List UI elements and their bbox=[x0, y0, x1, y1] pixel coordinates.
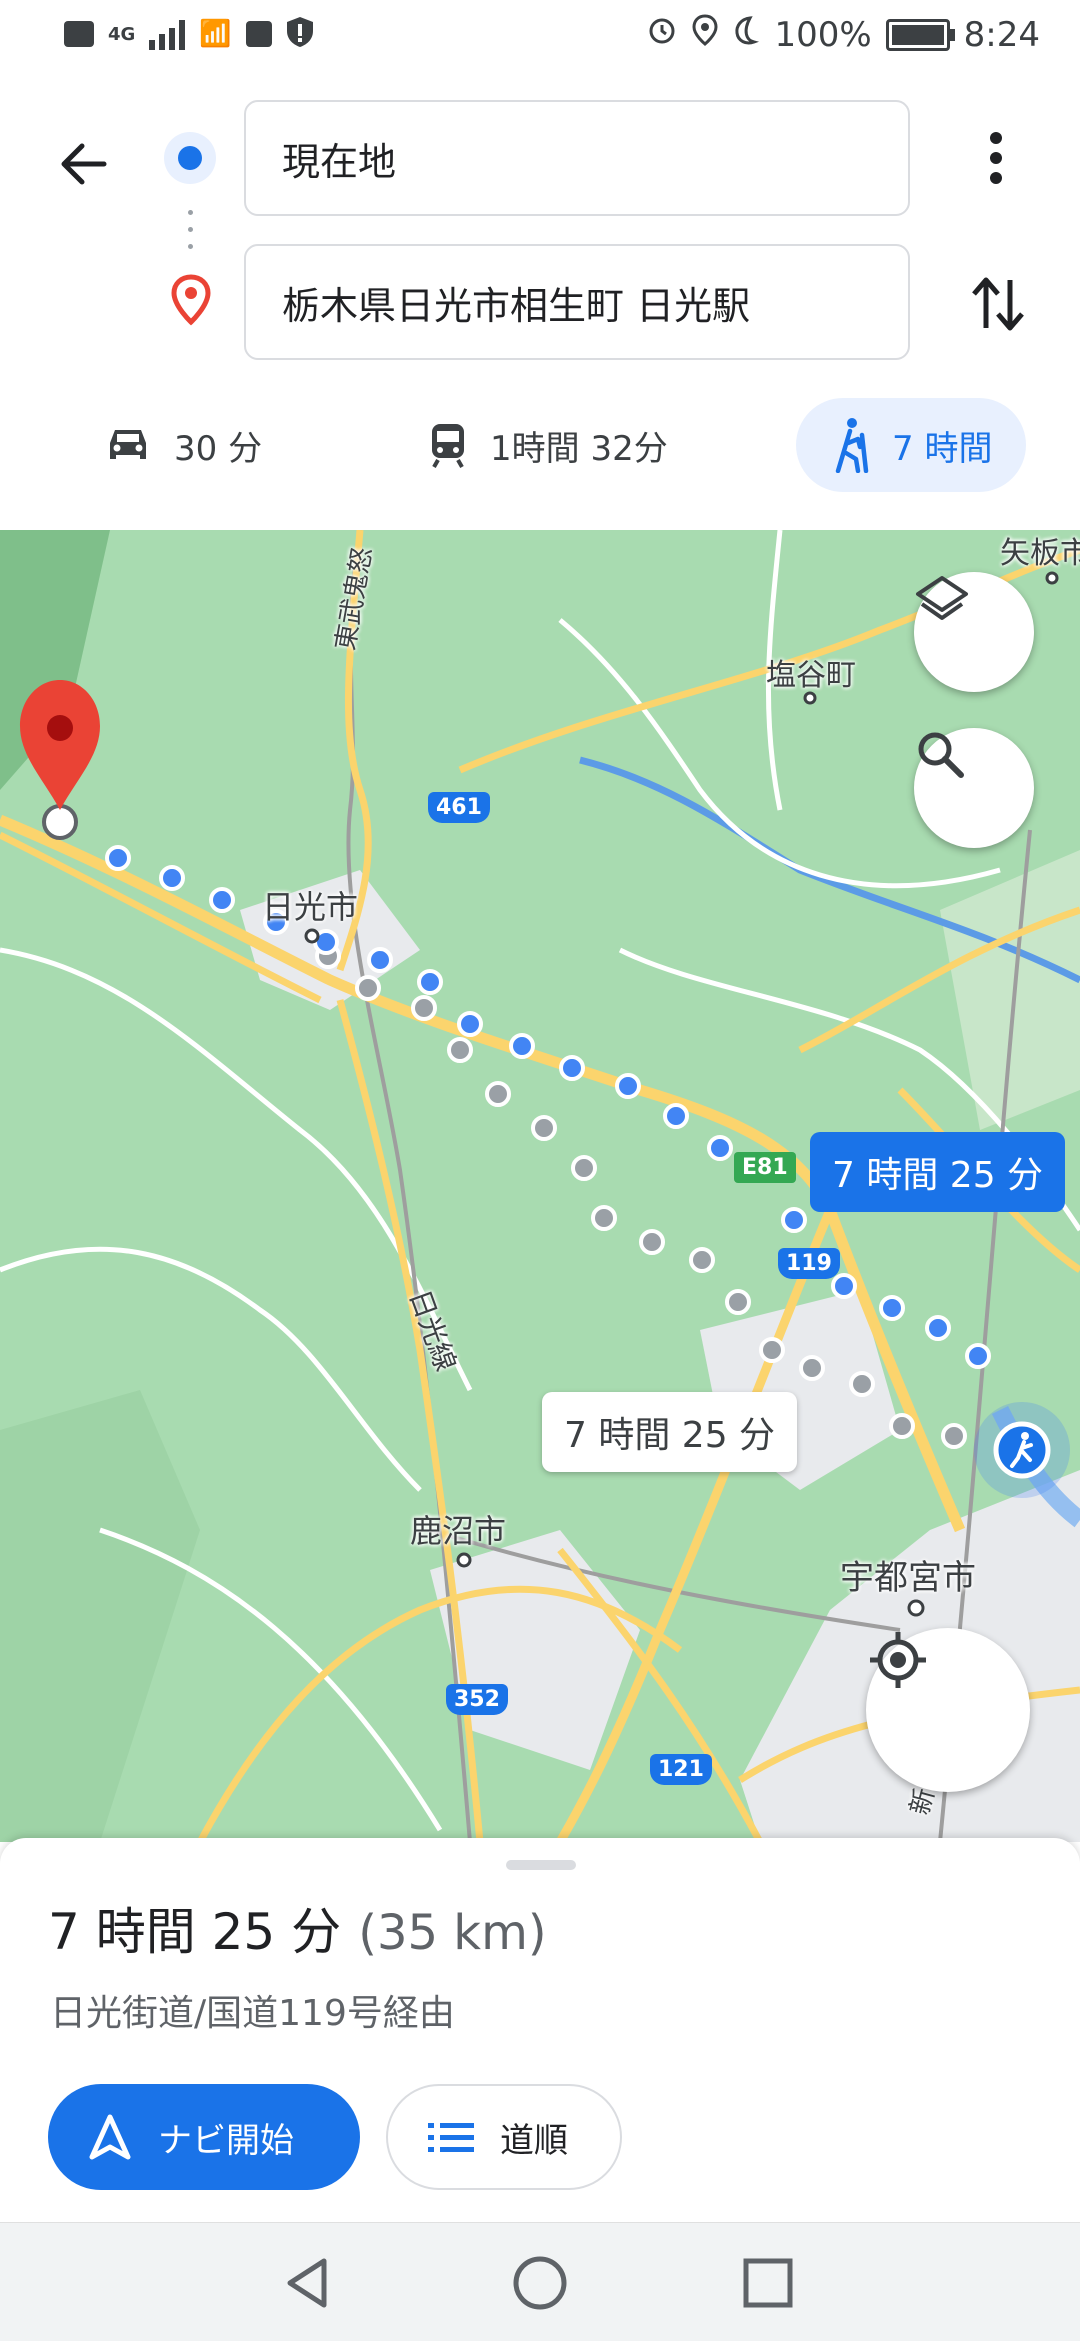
arrow-back-icon bbox=[61, 143, 107, 185]
layers-icon bbox=[916, 576, 968, 620]
more-vert-icon bbox=[990, 132, 1002, 184]
destination-field[interactable]: 栃木県日光市相生町 日光駅 bbox=[244, 244, 910, 360]
navigation-arrow-icon bbox=[89, 2114, 131, 2160]
current-location-marker bbox=[974, 1402, 1070, 1498]
nav-home-button[interactable] bbox=[510, 2253, 570, 2313]
circle-home-icon bbox=[513, 2256, 567, 2310]
shield-alert-icon bbox=[286, 16, 314, 52]
route-summary-title: 7 時間 25 分 (35 km) bbox=[48, 1892, 547, 1964]
app-icon bbox=[245, 21, 272, 47]
route-callout-alternative-text: 7 時間 25 分 bbox=[564, 1415, 776, 1456]
search-along-route-button[interactable] bbox=[914, 728, 1034, 848]
destination-marker[interactable] bbox=[20, 680, 100, 840]
mode-walking-label: 7 時間 bbox=[892, 428, 993, 469]
location-icon bbox=[692, 14, 718, 55]
map-label-shioya: 塩谷町 bbox=[766, 658, 856, 693]
hiking-icon bbox=[835, 418, 869, 473]
car-icon bbox=[110, 430, 146, 459]
square-recents-icon bbox=[743, 2258, 793, 2308]
route-duration: 7 時間 25 分 bbox=[48, 1903, 342, 1961]
origin-field[interactable]: 現在地 bbox=[244, 100, 910, 216]
route-callout-alternative[interactable]: 7 時間 25 分 bbox=[542, 1392, 798, 1472]
start-navigation-label: ナビ開始 bbox=[158, 2120, 294, 2161]
mode-driving-label: 30 分 bbox=[174, 428, 263, 469]
route-shield-e81: E81 bbox=[734, 1152, 796, 1183]
search-icon bbox=[918, 732, 964, 778]
swap-button[interactable] bbox=[968, 272, 1028, 336]
signal-icon bbox=[149, 18, 186, 50]
status-bar: 4G 📶 100% 8:24 bbox=[0, 0, 1080, 76]
mode-transit-tab[interactable]: 1時間 32分 bbox=[428, 398, 668, 492]
route-shield-352: 352 bbox=[446, 1684, 508, 1715]
route-shield-461: 461 bbox=[428, 792, 490, 823]
battery-percent: 100% bbox=[774, 14, 872, 55]
destination-text: 栃木県日光市相生町 日光駅 bbox=[282, 283, 751, 328]
swap-vert-icon bbox=[972, 277, 1024, 331]
route-callout-primary-text: 7 時間 25 分 bbox=[832, 1155, 1044, 1196]
layers-button[interactable] bbox=[914, 572, 1034, 692]
nav-back-button[interactable] bbox=[278, 2253, 338, 2313]
map-view[interactable]: 矢板市 塩谷町 日光市 鹿沼市 宇都宮市 東武鬼怒 日光線 新幹 461 E81… bbox=[0, 530, 1080, 1842]
back-button[interactable] bbox=[52, 132, 116, 196]
more-options-button[interactable] bbox=[972, 128, 1020, 188]
origin-dot-icon bbox=[164, 132, 216, 184]
hd-icon bbox=[64, 21, 94, 47]
wifi-calling-icon: 📶 bbox=[199, 19, 232, 49]
map-label-kanuma: 鹿沼市 bbox=[410, 1512, 507, 1550]
map-label-nikko-city: 日光市 bbox=[262, 888, 359, 926]
route-via: 日光街道/国道119号経由 bbox=[50, 1993, 455, 2034]
route-distance: (35 km) bbox=[358, 1905, 547, 1961]
list-icon bbox=[428, 2123, 474, 2152]
start-navigation-button[interactable]: ナビ開始 bbox=[48, 2084, 360, 2190]
sheet-drag-handle[interactable] bbox=[506, 1860, 576, 1870]
route-shield-121: 121 bbox=[650, 1754, 712, 1785]
destination-pin-icon bbox=[170, 274, 212, 330]
steps-label: 道順 bbox=[500, 2120, 568, 2161]
mode-transit-label: 1時間 32分 bbox=[490, 428, 668, 469]
origin-text: 現在地 bbox=[282, 139, 397, 184]
travel-mode-tabs: 30 分 1時間 32分 7 時間 bbox=[0, 398, 1080, 494]
moon-icon bbox=[732, 15, 760, 55]
steps-button[interactable]: 道順 bbox=[386, 2084, 622, 2190]
route-summary-sheet[interactable]: 7 時間 25 分 (35 km) 日光街道/国道119号経由 ナビ開始 道順 bbox=[0, 1838, 1080, 2222]
my-location-icon bbox=[870, 1632, 926, 1688]
battery-icon bbox=[885, 18, 955, 51]
system-navigation-bar bbox=[0, 2222, 1080, 2341]
network-type-label: 4G bbox=[108, 23, 136, 45]
train-icon bbox=[432, 424, 464, 468]
route-connector-dots bbox=[188, 210, 194, 249]
clock: 8:24 bbox=[963, 14, 1040, 55]
route-callout-primary[interactable]: 7 時間 25 分 bbox=[810, 1132, 1066, 1212]
mode-driving-tab[interactable]: 30 分 bbox=[104, 398, 262, 492]
nav-recents-button[interactable] bbox=[738, 2253, 798, 2313]
mode-walking-tab[interactable]: 7 時間 bbox=[796, 398, 1027, 492]
map-label-yaita: 矢板市 bbox=[1000, 536, 1080, 571]
my-location-button[interactable] bbox=[866, 1628, 1030, 1792]
map-label-utsunomiya: 宇都宮市 bbox=[840, 1558, 976, 1598]
route-shield-119: 119 bbox=[778, 1248, 840, 1279]
directions-header: 現在地 栃木県日光市相生町 日光駅 30 分 1時間 32分 7 時間 bbox=[0, 76, 1080, 530]
triangle-back-icon bbox=[287, 2258, 327, 2308]
alarm-icon bbox=[646, 14, 678, 55]
